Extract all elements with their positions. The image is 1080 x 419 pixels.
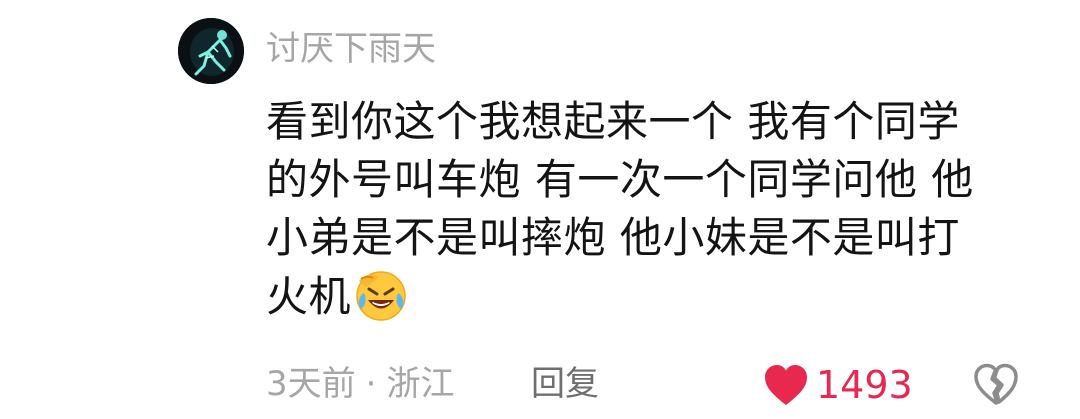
comment-text-line-last: 火机	[266, 267, 1026, 325]
comment-meta: 3天前 · 浙江	[266, 362, 454, 406]
comment-username[interactable]: 讨厌下雨天	[266, 27, 436, 71]
comment-time: 3天前	[266, 364, 356, 404]
comment-text: 看到你这个我想起来一个 我有个同学 的外号叫车炮 有一次一个同学问他 他 小弟是…	[266, 93, 1026, 325]
heart-icon	[765, 365, 807, 405]
reply-button[interactable]: 回复	[531, 362, 599, 406]
comment-location: 浙江	[386, 364, 455, 404]
comment-text-fragment: 火机	[266, 272, 352, 321]
comment-footer: 3天前 · 浙江 回复 1493	[266, 358, 1056, 410]
comment-text-line: 的外号叫车炮 有一次一个同学问他 他	[266, 155, 974, 204]
comment-text-line: 小弟是不是叫摔炮 他小妹是不是叫打	[266, 213, 960, 262]
user-avatar[interactable]	[178, 18, 244, 84]
like-count: 1493	[816, 363, 913, 407]
laughing-crying-emoji-icon	[356, 271, 406, 321]
comment-item: 讨厌下雨天 看到你这个我想起来一个 我有个同学 的外号叫车炮 有一次一个同学问他…	[0, 0, 1080, 419]
broken-heart-icon[interactable]	[972, 362, 1020, 406]
skeleton-avatar-icon	[178, 18, 244, 84]
meta-separator: ·	[365, 364, 377, 404]
like-button[interactable]: 1493	[762, 360, 913, 410]
comment-text-line: 看到你这个我想起来一个 我有个同学	[266, 97, 960, 146]
